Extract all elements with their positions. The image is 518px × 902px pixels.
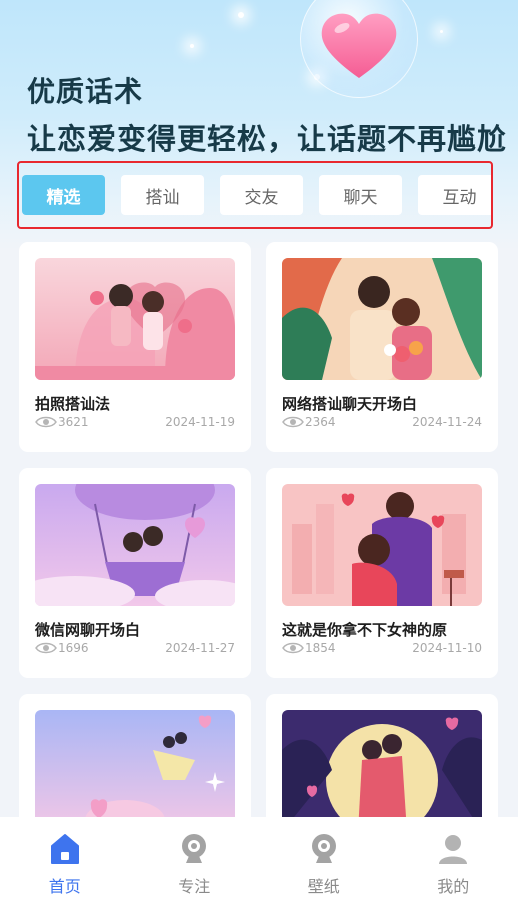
tabbar-label: 我的 [437,877,470,896]
tab-friends[interactable]: 交友 [220,175,303,215]
view-count: 1696 [58,641,89,655]
user-icon [439,835,468,864]
tab-featured[interactable]: 精选 [22,175,105,215]
article-image [282,484,482,606]
article-meta: 3621 2024-11-19 [35,415,235,429]
tabbar-item-wallpaper[interactable]: 壁纸 [259,817,389,902]
tabbar-label: 首页 [48,877,81,896]
home-icon [50,834,79,864]
sparkle-decoration [238,12,244,18]
tab-pickup[interactable]: 搭讪 [121,175,204,215]
camera-icon [182,834,207,863]
article-image [282,258,482,380]
article-meta: 2364 2024-11-24 [282,415,482,429]
article-image [35,484,235,606]
view-count: 1854 [305,641,336,655]
sparkle-decoration [190,44,194,48]
article-title: 网络搭讪聊天开场白 [282,395,418,413]
article-date: 2024-11-10 [412,641,482,655]
article-image [282,710,482,832]
bottom-tab-bar: 首页 专注 壁纸 我的 [0,817,518,902]
view-count: 3621 [58,415,89,429]
article-meta: 1696 2024-11-27 [35,641,235,655]
tabbar-item-profile[interactable]: 我的 [389,817,518,902]
eye-icon [282,642,304,654]
article-date: 2024-11-19 [165,415,235,429]
article-card[interactable]: 微信网聊开场白 1696 2024-11-27 [19,468,251,678]
article-card[interactable]: 网络搭讪聊天开场白 2364 2024-11-24 [266,242,498,452]
tabbar-item-focus[interactable]: 专注 [130,817,260,902]
article-image [35,258,235,380]
eye-icon [35,642,57,654]
tab-interaction[interactable]: 互动 [418,175,491,215]
tabbar-label: 壁纸 [307,877,340,896]
article-title: 这就是你拿不下女神的原 [282,621,448,639]
tabbar-label: 专注 [178,877,211,896]
category-tabs: 精选 搭讪 交友 聊天 互动 [17,161,493,229]
article-image [35,710,235,832]
tabbar-item-home[interactable]: 首页 [0,817,130,902]
tab-chat[interactable]: 聊天 [319,175,402,215]
headline-title: 优质话术 [27,75,144,108]
camera-icon [311,834,336,863]
article-date: 2024-11-27 [165,641,235,655]
article-card[interactable]: 拍照搭讪法 3621 2024-11-19 [19,242,251,452]
article-date: 2024-11-24 [412,415,482,429]
view-count: 2364 [305,415,336,429]
article-card[interactable]: 这就是你拿不下女神的原 1854 2024-11-10 [266,468,498,678]
heart-icon [321,13,397,78]
eye-icon [282,416,304,428]
article-meta: 1854 2024-11-10 [282,641,482,655]
article-title: 微信网聊开场白 [35,621,141,639]
sparkle-decoration [440,30,443,33]
headline-subtitle: 让恋爱变得更轻松，让话题不再尴尬 [27,122,508,156]
eye-icon [35,416,57,428]
article-title: 拍照搭讪法 [35,395,111,413]
